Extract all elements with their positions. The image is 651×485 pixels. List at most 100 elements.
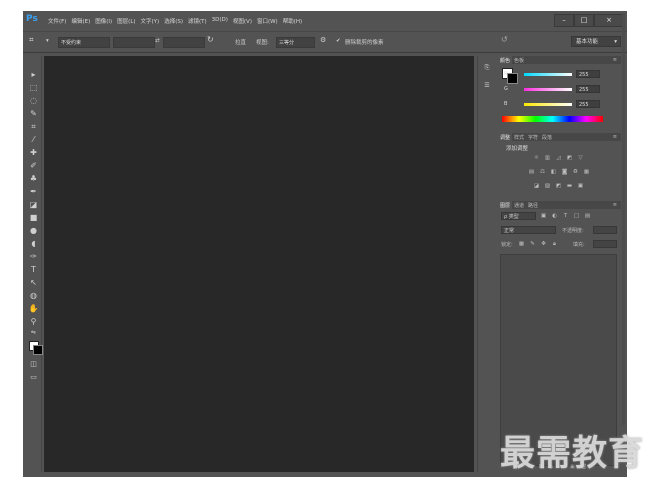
selective-color-icon[interactable]: ▣	[577, 183, 584, 189]
delete-cropped-label[interactable]: 删除裁剪的像素	[345, 38, 384, 46]
tab-paragraph[interactable]: 段落	[540, 133, 554, 141]
maximize-button[interactable]: □	[574, 14, 594, 27]
color-spectrum[interactable]	[502, 116, 603, 122]
minimize-button[interactable]: –	[554, 14, 574, 27]
tab-channels[interactable]: 通道	[512, 201, 526, 209]
vibrance-icon[interactable]: ▽	[577, 155, 584, 161]
menu-help[interactable]: 帮助(H)	[283, 17, 302, 25]
posterize-icon[interactable]: ▧	[544, 183, 551, 189]
eyedropper-tool-icon[interactable]: ⁄	[28, 135, 39, 145]
screen-mode-icon[interactable]: ▭	[28, 372, 39, 382]
overlay-select[interactable]: 三等分	[276, 37, 315, 48]
path-select-tool-icon[interactable]: ↖	[28, 278, 39, 288]
invert-icon[interactable]: ◪	[533, 183, 540, 189]
panel-scrollbar[interactable]	[622, 13, 625, 425]
levels-icon[interactable]: ▥	[544, 155, 551, 161]
menu-file[interactable]: 文件(F)	[48, 17, 66, 25]
red-slider[interactable]: R 255	[504, 70, 616, 80]
menu-layer[interactable]: 图层(L)	[117, 17, 135, 25]
type-tool-icon[interactable]: T	[28, 265, 39, 275]
ratio-select[interactable]: 不受约束	[58, 37, 110, 48]
lock-transparency-icon[interactable]: ▦	[518, 241, 525, 247]
marquee-tool-icon[interactable]: ⬚	[28, 83, 39, 93]
blend-mode-select[interactable]: 正常	[501, 226, 556, 234]
move-tool-icon[interactable]: ▸	[28, 70, 39, 80]
shape-filter-icon[interactable]: □	[573, 213, 580, 219]
pixel-filter-icon[interactable]: ▣	[540, 213, 547, 219]
clone-stamp-tool-icon[interactable]: ♣	[28, 174, 39, 184]
panel-menu-icon[interactable]: ≡	[611, 133, 619, 140]
tab-adjustments[interactable]: 调整	[498, 133, 513, 141]
menu-window[interactable]: 窗口(W)	[257, 17, 278, 25]
brush-tool-icon[interactable]: ✐	[28, 161, 39, 171]
height-field[interactable]	[163, 37, 205, 48]
dodge-tool-icon[interactable]: ◖	[28, 239, 39, 249]
gradient-tool-icon[interactable]: ■	[28, 213, 39, 223]
layer-kind-filter[interactable]: ρ 类型	[501, 212, 536, 220]
blue-value[interactable]: 255	[576, 100, 600, 108]
exposure-icon[interactable]: ◩	[566, 155, 573, 161]
smart-object-filter-icon[interactable]: ▤	[584, 213, 591, 219]
rotate-icon[interactable]: ↻	[207, 35, 214, 44]
reset-icon[interactable]: ↺	[501, 35, 508, 44]
lasso-tool-icon[interactable]: ◌	[28, 96, 39, 106]
tab-paths[interactable]: 路径	[526, 201, 540, 209]
healing-brush-tool-icon[interactable]: ✚	[28, 148, 39, 158]
lock-pixels-icon[interactable]: ✎	[529, 241, 536, 247]
straighten-label[interactable]: 拉直	[235, 38, 246, 46]
tab-character[interactable]: 字符	[526, 133, 540, 141]
red-gradient[interactable]	[524, 73, 572, 76]
color-lookup-icon[interactable]: ▦	[583, 169, 590, 175]
close-button[interactable]: ×	[594, 14, 624, 27]
gear-icon[interactable]: ⚙	[320, 36, 326, 44]
hand-tool-icon[interactable]: ✋	[28, 304, 39, 314]
pen-tool-icon[interactable]: ✑	[28, 252, 39, 262]
green-gradient[interactable]	[524, 88, 572, 91]
type-filter-icon[interactable]: T	[562, 213, 569, 219]
crop-tool-icon[interactable]: ⌗	[28, 122, 39, 132]
workspace-switcher[interactable]: 基本功能 ▾	[571, 36, 621, 47]
eraser-tool-icon[interactable]: ◪	[28, 200, 39, 210]
history-panel-icon[interactable]: ⎘	[481, 62, 493, 74]
menu-select[interactable]: 选择(S)	[164, 17, 183, 25]
photo-filter-icon[interactable]: ◙	[561, 169, 568, 175]
quick-select-tool-icon[interactable]: ✎	[28, 109, 39, 119]
channel-mixer-icon[interactable]: ♻	[572, 169, 579, 175]
blue-slider[interactable]: B 255	[504, 100, 616, 110]
red-value[interactable]: 255	[576, 70, 600, 78]
green-value[interactable]: 255	[576, 85, 600, 93]
swap-colors-icon[interactable]: ⇋	[28, 328, 39, 338]
crop-tool-icon[interactable]: ⌗	[29, 35, 34, 45]
lock-position-icon[interactable]: ✥	[540, 241, 547, 247]
green-slider[interactable]: G 255	[504, 85, 616, 95]
color-balance-icon[interactable]: ⚖	[539, 169, 546, 175]
blur-tool-icon[interactable]: ●	[28, 226, 39, 236]
menu-3d[interactable]: 3D(D)	[212, 17, 228, 25]
tab-layers[interactable]: 图层	[498, 201, 513, 209]
hue-saturation-icon[interactable]: ▤	[528, 169, 535, 175]
opacity-field[interactable]	[593, 226, 617, 234]
panel-menu-icon[interactable]: ≡	[611, 56, 619, 63]
document-area[interactable]	[44, 56, 474, 472]
menu-view[interactable]: 视图(V)	[233, 17, 252, 25]
blue-gradient[interactable]	[524, 103, 572, 106]
menu-edit[interactable]: 编辑(E)	[71, 17, 90, 25]
chevron-down-icon[interactable]: ▾	[46, 38, 49, 44]
width-field[interactable]	[113, 37, 155, 48]
lock-all-icon[interactable]: 🔒︎	[551, 241, 558, 247]
curves-icon[interactable]: ◿	[555, 155, 562, 161]
fill-field[interactable]	[593, 240, 617, 248]
tab-swatches[interactable]: 色板	[512, 56, 526, 64]
menu-image[interactable]: 图像(I)	[95, 17, 112, 25]
adjustment-filter-icon[interactable]: ◐	[551, 213, 558, 219]
swap-icon[interactable]: ⇄	[155, 38, 160, 44]
checkbox-icon[interactable]: ✔	[336, 38, 341, 44]
menu-filter[interactable]: 滤镜(T)	[188, 17, 207, 25]
shape-tool-icon[interactable]: ◍	[28, 291, 39, 301]
black-white-icon[interactable]: ◧	[550, 169, 557, 175]
gradient-map-icon[interactable]: ▬	[566, 183, 573, 189]
tab-styles[interactable]: 样式	[512, 133, 526, 141]
brightness-icon[interactable]: ☼	[533, 155, 540, 161]
panel-menu-icon[interactable]: ≡	[611, 201, 619, 208]
tab-color[interactable]: 颜色	[498, 56, 513, 64]
